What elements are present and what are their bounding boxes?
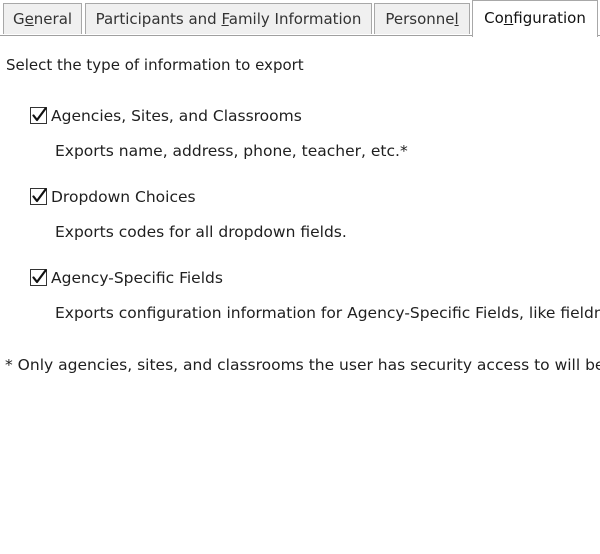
tab-participants-and-family-information[interactable]: Participants and Family Information <box>85 3 372 34</box>
dropdown-choices-checkbox[interactable] <box>30 188 47 205</box>
dropdown-choices-description: Exports codes for all dropdown fields. <box>55 223 347 241</box>
tab-configuration-label: Configuration <box>484 9 586 27</box>
dropdown-choices-checkbox-label[interactable]: Dropdown Choices <box>51 188 196 207</box>
agencies-checkbox[interactable] <box>30 107 47 124</box>
agency-specific-fields-checkbox-label[interactable]: Agency-Specific Fields <box>51 269 223 288</box>
tab-personnel-label: Personnel <box>385 10 459 28</box>
option-dropdown-choices: Dropdown Choices Exports codes for all d… <box>0 188 600 248</box>
tab-general[interactable]: General <box>3 3 82 34</box>
tab-general-label: General <box>12 10 73 28</box>
tab-personnel[interactable]: Personnel <box>374 3 470 34</box>
agencies-description: Exports name, address, phone, teacher, e… <box>55 142 408 160</box>
configuration-panel: Select the type of information to export… <box>0 36 600 554</box>
tab-configuration[interactable]: Configuration <box>472 0 598 37</box>
tab-strip: General Participants and Family Informat… <box>0 0 600 37</box>
export-heading: Select the type of information to export <box>6 56 304 74</box>
agencies-checkbox-label[interactable]: Agencies, Sites, and Classrooms <box>51 107 302 126</box>
option-agency-specific-fields: Agency-Specific Fields Exports configura… <box>0 269 600 329</box>
agency-specific-fields-description: Exports configuration information for Ag… <box>55 304 600 322</box>
tab-participants-label: Participants and Family Information <box>95 10 362 28</box>
agency-specific-fields-checkbox[interactable] <box>30 269 47 286</box>
option-agencies-sites-classrooms: Agencies, Sites, and Classrooms Exports … <box>0 107 600 167</box>
security-access-footnote: * Only agencies, sites, and classrooms t… <box>5 356 600 374</box>
